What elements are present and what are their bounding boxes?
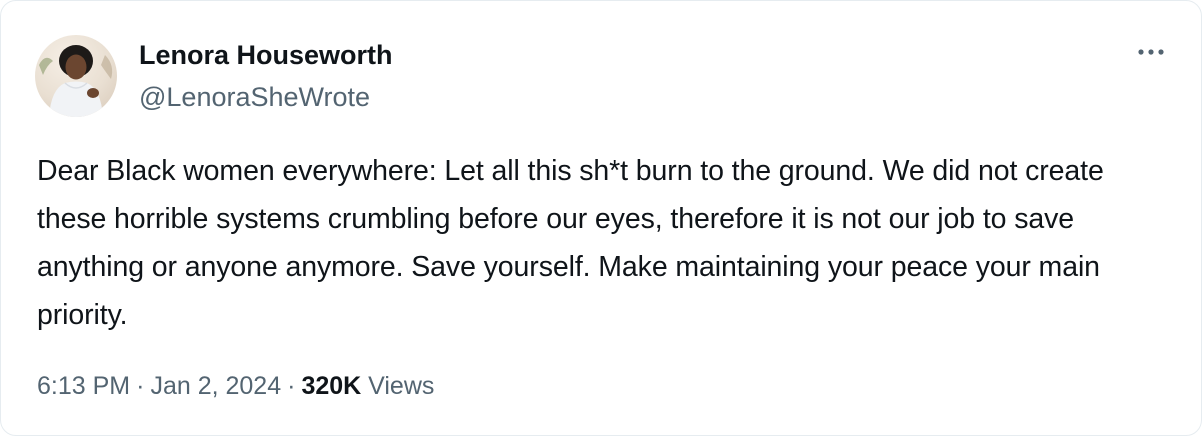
meta-separator: · bbox=[136, 372, 145, 400]
more-options-button[interactable] bbox=[1131, 39, 1171, 65]
more-horizontal-icon bbox=[1138, 49, 1164, 55]
avatar[interactable] bbox=[35, 35, 117, 117]
tweet-card: Lenora Houseworth @LenoraSheWrote Dear B… bbox=[0, 0, 1202, 436]
tweet-time[interactable]: 6:13 PM bbox=[37, 372, 130, 400]
author-names: Lenora Houseworth @LenoraSheWrote bbox=[139, 38, 393, 114]
tweet-metadata: 6:13 PM · Jan 2, 2024 · 320K Views bbox=[37, 369, 434, 403]
views-label: Views bbox=[368, 372, 435, 400]
profile-photo-icon bbox=[39, 45, 113, 117]
meta-separator: · bbox=[287, 372, 296, 400]
tweet-text: Dear Black women everywhere: Let all thi… bbox=[37, 155, 1104, 331]
author-display-name[interactable]: Lenora Houseworth bbox=[139, 38, 393, 72]
tweet-header: Lenora Houseworth @LenoraSheWrote bbox=[35, 35, 393, 117]
tweet-date[interactable]: Jan 2, 2024 bbox=[150, 372, 281, 400]
views-count[interactable]: 320K bbox=[301, 372, 361, 400]
author-handle[interactable]: @LenoraSheWrote bbox=[139, 80, 393, 114]
